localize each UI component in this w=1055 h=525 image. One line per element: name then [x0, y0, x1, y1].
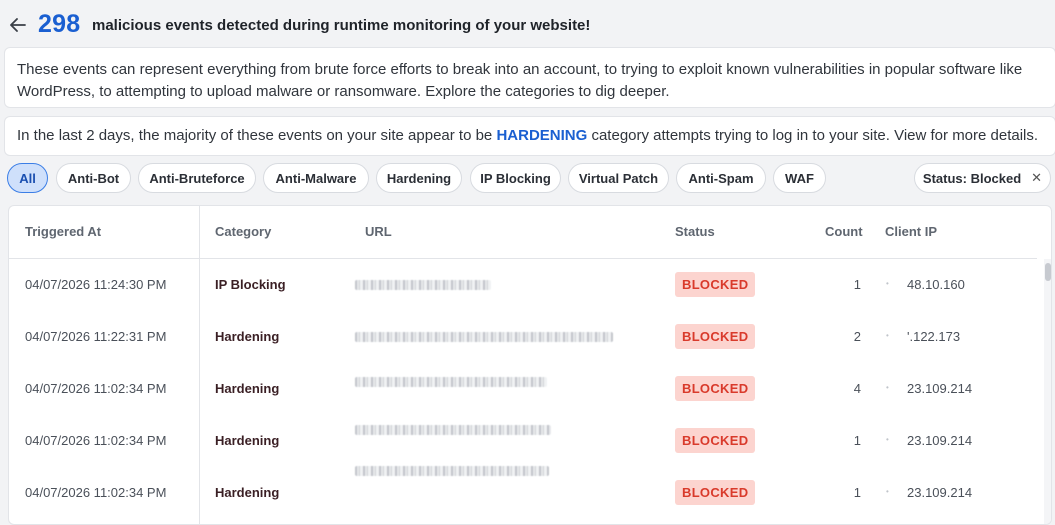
status-filter-label: Status: Blocked — [922, 170, 1022, 186]
table-row[interactable]: 04/07/2026 11:22:31 PM Hardening BLOCKED… — [9, 311, 1037, 363]
cell-url-redacted — [355, 466, 549, 476]
cell-client-ip: 23.109.214 — [907, 381, 973, 396]
table-row[interactable]: 04/07/2026 11:24:30 PM IP Blocking BLOCK… — [9, 259, 1037, 311]
cell-url-redacted — [355, 332, 613, 342]
table-scrollbar[interactable] — [1044, 259, 1051, 524]
cell-count: 1 — [853, 277, 861, 292]
cell-count: 4 — [853, 381, 861, 396]
chip-label: Virtual Patch — [578, 170, 659, 186]
cell-triggered-at: 04/07/2026 11:24:30 PM — [25, 277, 167, 292]
back-arrow-icon[interactable] — [9, 16, 27, 34]
chip-label: Anti-Bot — [67, 170, 120, 186]
status-badge: BLOCKED — [675, 324, 756, 349]
cell-category: Hardening — [215, 433, 280, 448]
cell-category: Hardening — [215, 329, 280, 344]
filter-chip-all[interactable]: All — [7, 163, 48, 193]
cell-status: BLOCKED — [675, 376, 756, 401]
chip-label: Hardening — [386, 170, 452, 186]
status-badge: BLOCKED — [675, 376, 756, 401]
status-badge: BLOCKED — [675, 428, 756, 453]
table-row[interactable]: 04/07/2026 11:02:34 PM Hardening BLOCKED… — [9, 363, 1037, 415]
chip-label: Anti-Bruteforce — [149, 170, 245, 186]
chip-label: WAF — [785, 170, 814, 186]
table-row[interactable]: 04/07/2026 11:02:34 PM Hardening BLOCKED… — [9, 415, 1037, 467]
cell-category: IP Blocking — [215, 277, 286, 292]
cell-triggered-at: 04/07/2026 11:02:34 PM — [25, 433, 167, 448]
cell-category: Hardening — [215, 485, 280, 500]
close-icon[interactable]: ✕ — [1031, 170, 1042, 186]
scrollbar-thumb[interactable] — [1045, 263, 1051, 281]
cell-count: 2 — [853, 329, 861, 344]
cell-url-redacted — [355, 425, 551, 435]
cell-client-ip: '.122.173 — [907, 329, 961, 344]
chip-label: All — [19, 170, 36, 186]
cell-status: BLOCKED — [675, 480, 756, 505]
cell-triggered-at: 04/07/2026 11:02:34 PM — [25, 381, 167, 396]
column-header-status[interactable]: Status — [675, 224, 715, 239]
filter-chip-hardening[interactable]: Hardening — [376, 163, 462, 193]
chip-label: IP Blocking — [480, 170, 551, 186]
ip-redaction-mark: • — [886, 435, 889, 444]
summary-suffix: category attempts trying to log in to yo… — [587, 127, 1039, 144]
events-table: Triggered At Category URL Status Count C… — [8, 205, 1052, 525]
table-header: Triggered At Category URL Status Count C… — [9, 206, 1037, 259]
filter-chip-ip-blocking[interactable]: IP Blocking — [470, 163, 561, 193]
cell-client-ip: 23.109.214 — [907, 433, 973, 448]
status-filter-chip[interactable]: Status: Blocked ✕ — [914, 163, 1051, 193]
cell-client-ip: 23.109.214 — [907, 485, 973, 500]
filter-chip-waf[interactable]: WAF — [773, 163, 826, 193]
cell-triggered-at: 04/07/2026 11:22:31 PM — [25, 329, 167, 344]
filter-chip-anti-spam[interactable]: Anti-Spam — [676, 163, 766, 193]
category-filter-bar: All Anti-Bot Anti-Bruteforce Anti-Malwar… — [0, 163, 1055, 195]
event-count: 298 — [38, 10, 81, 38]
status-badge: BLOCKED — [675, 480, 756, 505]
intro-text: These events can represent everything fr… — [17, 61, 1023, 100]
ip-redaction-mark: • — [886, 383, 889, 392]
page-headline: malicious events detected during runtime… — [92, 17, 591, 34]
cell-triggered-at: 04/07/2026 11:02:34 PM — [25, 485, 167, 500]
cell-count: 1 — [853, 433, 861, 448]
cell-client-ip: 48.10.160 — [907, 277, 965, 292]
cell-url-redacted — [355, 377, 547, 387]
summary-prefix: In the last 2 days, the majority of thes… — [17, 127, 497, 144]
cell-status: BLOCKED — [675, 324, 756, 349]
column-header-client-ip[interactable]: Client IP — [885, 224, 937, 239]
column-header-url[interactable]: URL — [365, 224, 392, 239]
table-row[interactable]: 04/07/2026 11:02:34 PM Hardening BLOCKED… — [9, 466, 1037, 519]
column-header-count[interactable]: Count — [825, 224, 863, 239]
ip-redaction-mark: • — [886, 331, 889, 340]
cell-status: BLOCKED — [675, 272, 756, 297]
cell-status: BLOCKED — [675, 428, 756, 453]
intro-card: These events can represent everything fr… — [4, 47, 1055, 108]
cell-url-redacted — [355, 280, 491, 290]
filter-chip-anti-bot[interactable]: Anti-Bot — [56, 163, 131, 193]
column-header-category[interactable]: Category — [215, 224, 271, 239]
ip-redaction-mark: • — [886, 487, 889, 496]
cell-category: Hardening — [215, 381, 280, 396]
summary-card: In the last 2 days, the majority of thes… — [4, 116, 1055, 156]
chip-label: Anti-Spam — [688, 170, 754, 186]
filter-chip-anti-bruteforce[interactable]: Anti-Bruteforce — [138, 163, 256, 193]
cell-count: 1 — [853, 485, 861, 500]
ip-redaction-mark: • — [886, 279, 889, 288]
filter-chip-virtual-patch[interactable]: Virtual Patch — [568, 163, 669, 193]
summary-highlight-category[interactable]: HARDENING — [496, 127, 587, 144]
status-badge: BLOCKED — [675, 272, 756, 297]
chip-label: Anti-Malware — [275, 170, 357, 186]
page-header: 298 malicious events detected during run… — [0, 0, 1055, 48]
filter-chip-anti-malware[interactable]: Anti-Malware — [263, 163, 369, 193]
column-header-triggered-at[interactable]: Triggered At — [25, 224, 101, 239]
